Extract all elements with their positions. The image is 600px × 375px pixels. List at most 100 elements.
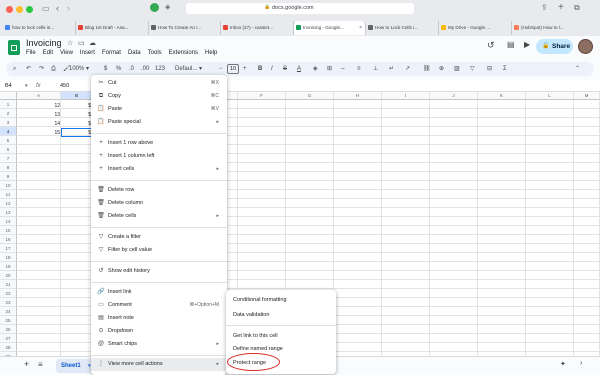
row-header-11[interactable]: 11 [0, 190, 17, 199]
row-header-23[interactable]: 23 [0, 298, 17, 307]
browser-tab[interactable]: how to lock cells in... [3, 21, 76, 35]
create-filter-icon[interactable]: ▽ [470, 64, 475, 74]
column-header-l[interactable]: L [526, 92, 574, 100]
add-sheet-icon[interactable]: + [24, 359, 29, 369]
row-header-4[interactable]: 4 [0, 127, 17, 136]
menu-item-delete-cells[interactable]: 🗑 Delete cells ▸ [91, 210, 227, 223]
maximize-window-button[interactable] [26, 6, 33, 13]
print-icon[interactable]: ⎙ [51, 64, 56, 74]
side-panel-icon[interactable]: › [580, 360, 582, 367]
zoom-select[interactable]: 100% ▾ [69, 64, 89, 74]
submenu-item-get-link[interactable]: Get link to this cell [226, 330, 336, 342]
cell-b1[interactable]: $ [63, 102, 91, 110]
cell-b2[interactable]: $ [63, 111, 91, 119]
close-window-button[interactable] [6, 6, 13, 13]
search-menus-icon[interactable]: ⌕ [13, 64, 16, 74]
bold-icon[interactable]: B [258, 64, 262, 74]
menu-item-insert-note[interactable]: ▤ Insert note [91, 312, 227, 325]
row-header-3[interactable]: 3 [0, 118, 17, 127]
column-header-i[interactable]: I [382, 92, 430, 100]
menu-edit[interactable]: Edit [43, 48, 53, 58]
vertical-align-icon[interactable]: ⊥ [373, 64, 378, 74]
row-header-24[interactable]: 24 [0, 307, 17, 316]
column-header-h[interactable]: H [334, 92, 382, 100]
decrease-decimal-button[interactable]: .0 [129, 64, 134, 74]
shield-icon[interactable]: ◈ [165, 3, 170, 11]
row-header-9[interactable]: 9 [0, 172, 17, 181]
row-header-18[interactable]: 18 [0, 253, 17, 262]
browser-tab[interactable]: Inbox (27) - cassiet... [221, 21, 294, 35]
font-size-increase-button[interactable]: + [243, 64, 247, 74]
column-header-k[interactable]: K [478, 92, 526, 100]
menu-tools[interactable]: Tools [148, 48, 162, 58]
name-box-dropdown-icon[interactable]: ▾ [25, 80, 28, 92]
all-sheets-icon[interactable]: ≡ [38, 360, 43, 369]
submenu-item-conditional-formatting[interactable]: Conditional formatting [226, 294, 336, 306]
redo-icon[interactable]: ↷ [39, 64, 44, 74]
menu-item-view-more-cell-actions[interactable]: ⋮ View more cell actions ▸ [91, 358, 227, 371]
menu-item-paste[interactable]: 📋 Paste ⌘V [91, 103, 227, 116]
percent-format-button[interactable]: % [116, 64, 121, 74]
row-header-5[interactable]: 5 [0, 136, 17, 145]
menu-format[interactable]: Format [102, 48, 121, 58]
extension-icon[interactable] [150, 3, 159, 12]
merge-cells-icon[interactable]: ⇔ [340, 64, 346, 74]
currency-format-button[interactable]: $ [104, 64, 107, 74]
font-select[interactable]: Defaul... ▾ [175, 64, 202, 74]
row-header-16[interactable]: 16 [0, 235, 17, 244]
back-icon[interactable]: ‹ [56, 3, 59, 13]
row-header-15[interactable]: 15 [0, 226, 17, 235]
menu-view[interactable]: View [60, 48, 73, 58]
select-all-corner[interactable] [0, 92, 17, 100]
row-header-2[interactable]: 2 [0, 109, 17, 118]
collapse-toolbar-icon[interactable]: ⌃ [575, 64, 580, 74]
menu-insert[interactable]: Insert [80, 48, 95, 58]
insert-comment-icon[interactable]: ⊕ [439, 64, 444, 74]
text-color-icon[interactable]: A [297, 64, 301, 74]
share-page-icon[interactable]: ⇪ [541, 3, 548, 12]
menu-item-cut[interactable]: ✂ Cut ⌘X [91, 77, 227, 90]
row-header-26[interactable]: 26 [0, 325, 17, 334]
comments-icon[interactable]: ▤ [507, 40, 515, 49]
italic-icon[interactable]: I [271, 64, 273, 74]
borders-icon[interactable]: ⊞ [327, 64, 332, 74]
functions-icon[interactable]: Σ [503, 64, 507, 74]
menu-data[interactable]: Data [128, 48, 141, 58]
close-tab-icon[interactable]: × [359, 21, 362, 35]
text-wrapping-icon[interactable]: ↵ [389, 64, 394, 74]
row-header-1[interactable]: 1 [0, 100, 17, 109]
browser-tab[interactable]: My Drive - Google ... [439, 21, 512, 35]
column-header-f[interactable]: F [238, 92, 286, 100]
menu-item-delete-row[interactable]: 🗑 Delete row [91, 184, 227, 197]
insert-chart-icon[interactable]: ▥ [454, 64, 460, 74]
menu-help[interactable]: Help [205, 48, 217, 58]
row-header-8[interactable]: 8 [0, 163, 17, 172]
cell-a2[interactable]: 13 [17, 111, 60, 119]
font-size-input[interactable]: 10 [227, 64, 239, 74]
menu-item-insert-column-left[interactable]: + Insert 1 column left [91, 150, 227, 163]
cloud-status-icon[interactable]: ☁ [89, 39, 96, 47]
column-header-a[interactable]: A [17, 92, 61, 100]
browser-tab[interactable]: How To Create An I... [149, 21, 221, 35]
filter-views-icon[interactable]: ⊟ [487, 64, 492, 74]
browser-tab[interactable]: Blog 1st Draft - Asa... [76, 21, 149, 35]
font-size-decrease-button[interactable]: − [219, 64, 223, 74]
menu-item-smart-chips[interactable]: @ Smart chips ▸ [91, 338, 227, 351]
minimize-window-button[interactable] [16, 6, 23, 13]
version-history-icon[interactable]: ↺ [487, 40, 495, 51]
sheet-tab[interactable]: Sheet1 ▾ [56, 359, 96, 373]
row-header-20[interactable]: 20 [0, 271, 17, 280]
submenu-item-data-validation[interactable]: Data validation [226, 309, 336, 321]
sidebar-toggle-icon[interactable]: ▭ [42, 4, 50, 13]
browser-tab-active[interactable]: Invoicing - Google... × [294, 21, 366, 35]
forward-icon[interactable]: › [67, 3, 70, 13]
row-header-14[interactable]: 14 [0, 217, 17, 226]
cell-a1[interactable]: 12 [17, 102, 60, 110]
move-folder-icon[interactable]: ▭ [78, 39, 85, 47]
row-header-17[interactable]: 17 [0, 244, 17, 253]
column-header-b[interactable]: B [61, 92, 93, 100]
menu-item-copy[interactable]: ⧉ Copy ⌘C [91, 90, 227, 103]
explore-icon[interactable]: ✦ [560, 360, 566, 368]
column-header-g[interactable]: G [286, 92, 334, 100]
menu-item-dropdown[interactable]: ⊙ Dropdown [91, 325, 227, 338]
